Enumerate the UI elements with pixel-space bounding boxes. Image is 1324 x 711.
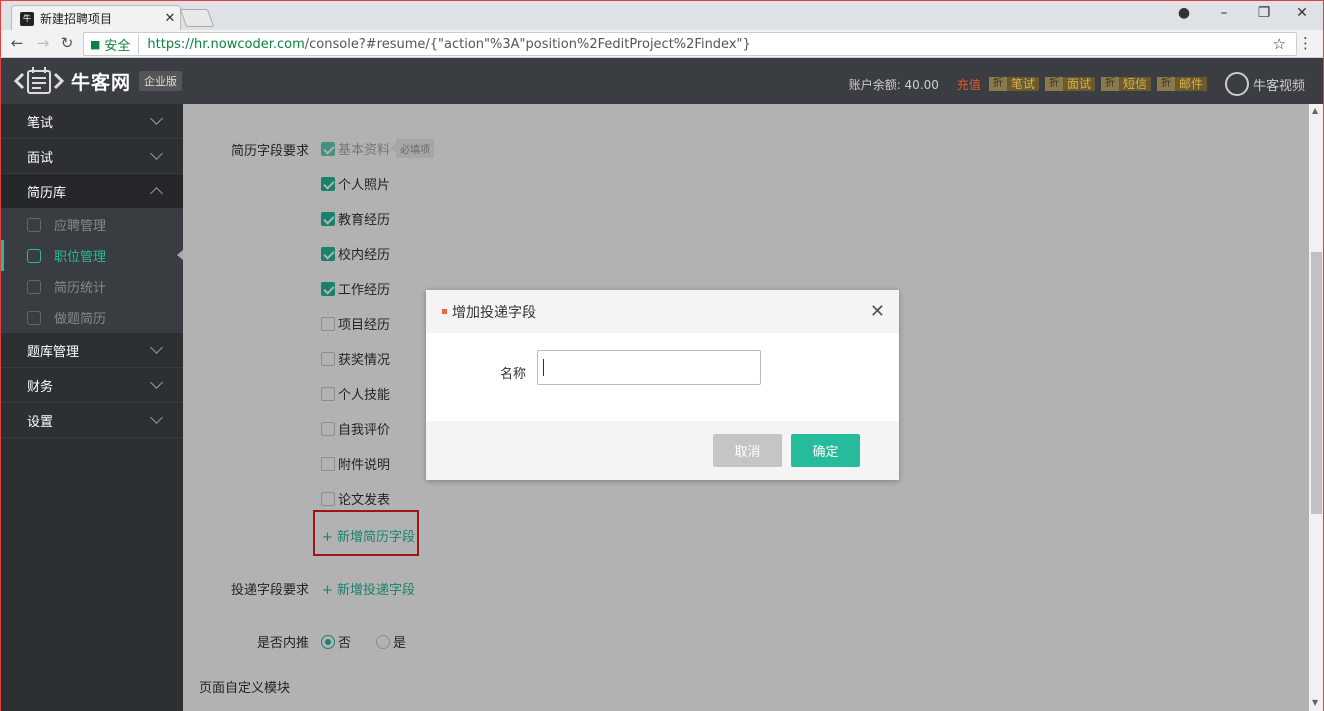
sidebar-item-written-test[interactable]: 笔试	[1, 104, 183, 139]
document-icon	[27, 279, 41, 294]
recharge-link[interactable]: 充值	[957, 76, 981, 93]
chevron-up-icon	[150, 187, 163, 200]
video-icon[interactable]	[1224, 72, 1249, 96]
scroll-down-icon[interactable]: ▼	[1312, 698, 1318, 707]
logo[interactable]: 牛客网 企业版	[13, 64, 183, 98]
sidebar-subitem-positions[interactable]: 职位管理	[1, 240, 183, 271]
nowcoder-logo-icon	[13, 67, 65, 94]
page-scrollbar[interactable]: ▲ ▼	[1309, 104, 1324, 711]
chevron-down-icon	[150, 411, 163, 424]
close-icon[interactable]: ✕	[870, 301, 885, 322]
dialog-body: 名称	[426, 333, 899, 421]
lock-icon: ■	[90, 37, 101, 51]
app-header: 牛客网 企业版 账户余额: 40.00 充值 折 笔试 折 面试 折 短信 折 …	[0, 58, 1324, 104]
chevron-down-icon	[150, 112, 163, 125]
service-interview[interactable]: 折 面试	[1044, 77, 1095, 91]
title-marker-icon	[442, 309, 447, 314]
reload-icon[interactable]: ↻	[57, 34, 77, 52]
url-host: https://hr.nowcoder.com	[147, 36, 305, 52]
url-input[interactable]: ■ 安全 https://hr.nowcoder.com /console?#r…	[83, 32, 1297, 56]
person-icon	[27, 217, 41, 232]
sidebar-subitem-applicants[interactable]: 应聘管理	[1, 209, 183, 240]
sidebar-item-finance[interactable]: 财务	[1, 368, 183, 403]
chevron-down-icon	[150, 341, 163, 354]
sidebar-item-settings[interactable]: 设置	[1, 403, 183, 438]
sidebar-item-question-bank[interactable]: 题库管理	[1, 333, 183, 368]
forward-icon[interactable]: →	[33, 34, 53, 52]
dialog-header: 增加投递字段 ✕	[426, 290, 899, 333]
video-link[interactable]: 牛客视频	[1253, 75, 1305, 94]
window-close-icon[interactable]: ✕	[1287, 5, 1317, 21]
name-input[interactable]	[537, 350, 761, 385]
tab-title: 新建招聘项目	[40, 12, 113, 26]
scroll-up-icon[interactable]: ▲	[1312, 106, 1318, 115]
confirm-button[interactable]: 确定	[791, 434, 860, 467]
scroll-thumb[interactable]	[1311, 252, 1322, 514]
bookmark-star-icon[interactable]: ☆	[1273, 35, 1286, 53]
browser-tabstrip: 牛 新建招聘项目 ✕ ● – ❐ ✕	[0, 0, 1324, 31]
browser-tab[interactable]: 牛 新建招聘项目 ✕	[11, 5, 181, 31]
name-label: 名称	[500, 367, 527, 382]
sidebar: 笔试 面试 简历库 应聘管理 职位管理 简历统计 做题简历 题库管理 财务 设置	[0, 104, 183, 711]
chevron-down-icon	[150, 376, 163, 389]
secure-label: 安全	[104, 34, 140, 54]
new-tab-button[interactable]	[179, 9, 215, 27]
logo-text: 牛客网	[71, 71, 132, 94]
service-written-test[interactable]: 折 笔试	[988, 77, 1039, 91]
chevron-down-icon	[150, 147, 163, 160]
add-delivery-field-dialog: 增加投递字段 ✕ 名称 取消 确定	[426, 290, 899, 480]
tab-close-icon[interactable]: ✕	[160, 11, 180, 26]
address-bar: ← → ↻ ■ 安全 https://hr.nowcoder.com /cons…	[0, 30, 1324, 58]
service-email[interactable]: 折 邮件	[1156, 77, 1207, 91]
service-sms[interactable]: 折 短信	[1100, 77, 1151, 91]
sidebar-subitem-resume-stats[interactable]: 简历统计	[1, 271, 183, 302]
sidebar-subitem-test-resumes[interactable]: 做题简历	[1, 302, 183, 333]
minimize-icon[interactable]: –	[1209, 5, 1239, 21]
url-path: /console?#resume/{"action"%3A"position%2…	[304, 36, 751, 52]
person-icon	[27, 310, 41, 325]
dialog-title: 增加投递字段	[452, 304, 536, 321]
favicon-icon: 牛	[20, 11, 34, 26]
back-icon[interactable]: ←	[7, 34, 27, 52]
header-right: 账户余额: 40.00 充值 折 笔试 折 面试 折 短信 折 邮件 牛客视频	[849, 72, 1305, 96]
account-balance: 账户余额: 40.00	[848, 77, 939, 92]
browser-menu-icon[interactable]: ⋮	[1298, 34, 1313, 52]
user-icon[interactable]: ●	[1169, 5, 1199, 21]
enterprise-badge: 企业版	[139, 71, 183, 91]
maximize-icon[interactable]: ❐	[1249, 5, 1279, 21]
tie-icon	[27, 248, 41, 263]
sidebar-item-resume-library[interactable]: 简历库	[1, 174, 183, 209]
dialog-footer: 取消 确定	[426, 421, 899, 480]
cancel-button[interactable]: 取消	[713, 434, 782, 467]
sidebar-item-interview[interactable]: 面试	[1, 139, 183, 174]
text-caret	[543, 359, 544, 376]
